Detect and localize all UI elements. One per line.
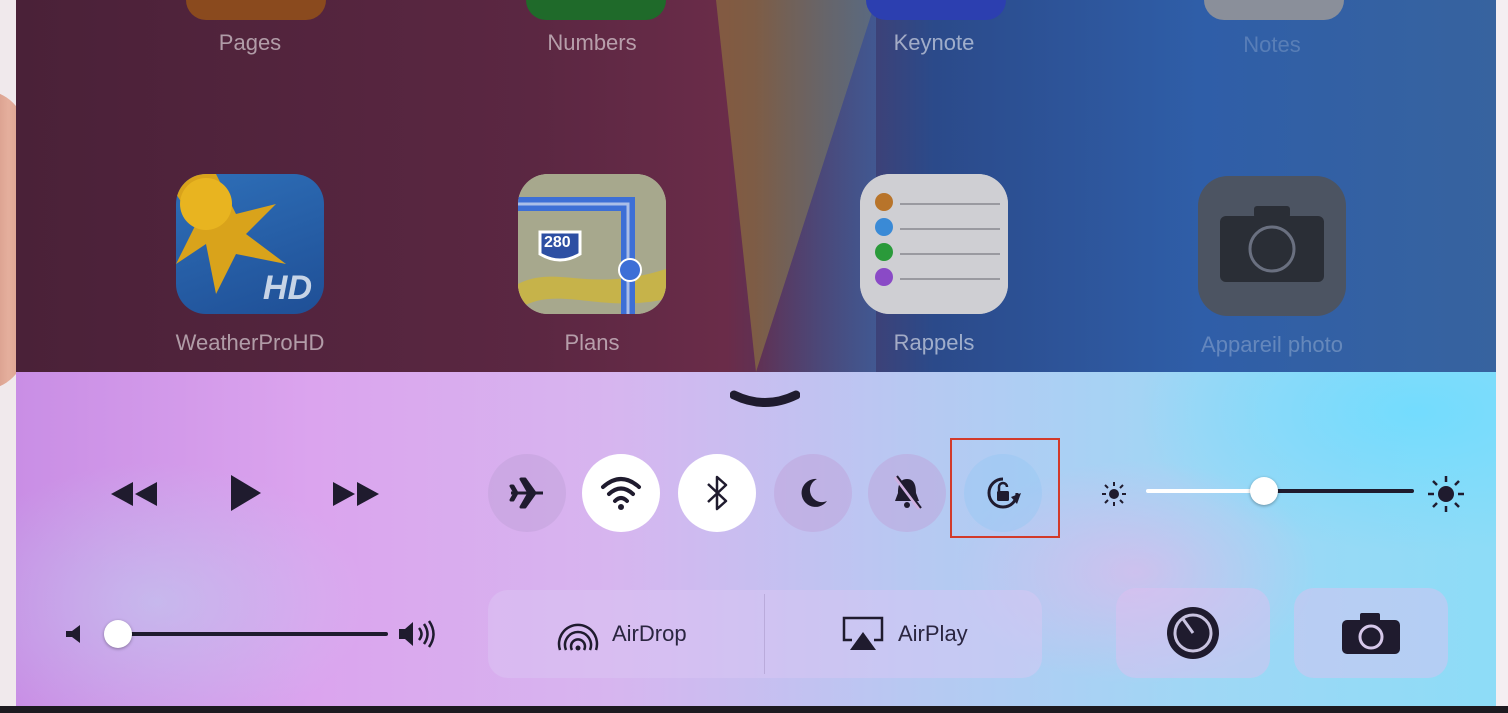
- fast-forward-icon: [333, 482, 379, 506]
- chevron-down-icon[interactable]: [729, 390, 801, 408]
- device-screen: Pages Numbers Keynote Notes HD WeatherPr…: [0, 0, 1508, 713]
- airdrop-label: AirDrop: [612, 621, 687, 646]
- app-label: WeatherProHD: [175, 330, 325, 355]
- sharing-pill: AirDrop AirPlay: [488, 590, 1042, 678]
- speaker-low-icon: [62, 622, 86, 646]
- airplane-icon: [509, 477, 543, 509]
- app-label: Keynote: [893, 30, 975, 55]
- airplane-mode-toggle[interactable]: [488, 454, 566, 532]
- airplay-icon: [842, 616, 884, 650]
- brightness-slider[interactable]: [1250, 477, 1278, 505]
- mute-toggle[interactable]: [868, 454, 946, 532]
- brightness-track-filled: [1146, 489, 1264, 493]
- route-shield: 280: [544, 234, 571, 251]
- speaker-high-icon: [396, 618, 440, 650]
- app-weatherprohd[interactable]: HD WeatherProHD: [150, 174, 350, 356]
- moon-icon: [801, 478, 827, 507]
- maps-icon: 280: [518, 174, 666, 314]
- home-screen: Pages Numbers Keynote Notes HD WeatherPr…: [16, 0, 1496, 372]
- app-label: Appareil photo: [1201, 332, 1343, 357]
- airplay-button[interactable]: AirPlay: [840, 590, 968, 678]
- airplay-label: AirPlay: [898, 621, 968, 646]
- app-label: Pages: [218, 30, 282, 55]
- volume-track: [112, 632, 388, 636]
- keynote-app-icon[interactable]: [866, 0, 1006, 20]
- camera-icon: [1342, 613, 1400, 654]
- highlight-box: [950, 438, 1060, 538]
- rewind-icon: [111, 482, 157, 506]
- app-label: Notes: [1243, 32, 1301, 57]
- camera-app-icon: [1198, 176, 1346, 316]
- app-numbers[interactable]: Numbers: [492, 30, 692, 56]
- control-center: AirDrop AirPlay: [16, 372, 1496, 708]
- play-icon: [231, 475, 261, 511]
- bell-slash-icon: [893, 475, 922, 510]
- bluetooth-toggle[interactable]: [678, 454, 756, 532]
- numbers-app-icon[interactable]: [526, 0, 666, 20]
- timer-button[interactable]: [1116, 588, 1270, 678]
- notes-app-icon[interactable]: [1204, 0, 1344, 20]
- device-bezel-bottom: [0, 706, 1508, 713]
- wifi-icon: [601, 477, 641, 510]
- app-keynote[interactable]: Keynote: [834, 30, 1034, 56]
- reminders-icon: [860, 174, 1008, 314]
- volume-slider[interactable]: [104, 620, 132, 648]
- hd-badge: HD: [262, 269, 312, 307]
- app-label: Plans: [564, 330, 620, 355]
- brightness-track-remaining: [1264, 489, 1414, 493]
- app-label: Rappels: [893, 330, 975, 355]
- app-notes[interactable]: Notes: [1172, 32, 1372, 58]
- sun-small-icon: [1098, 478, 1130, 510]
- bluetooth-icon: [707, 475, 728, 511]
- device-bezel-right: [1496, 0, 1508, 713]
- fast-forward-button[interactable]: [326, 474, 386, 514]
- airdrop-icon: [557, 623, 599, 651]
- wifi-toggle[interactable]: [582, 454, 660, 532]
- airdrop-button[interactable]: AirDrop: [556, 590, 687, 678]
- pages-app-icon[interactable]: [186, 0, 326, 20]
- rewind-button[interactable]: [104, 474, 164, 514]
- play-button[interactable]: [222, 470, 268, 516]
- timer-icon: [1167, 607, 1219, 659]
- app-plans[interactable]: 280 Plans: [492, 174, 692, 356]
- app-pages[interactable]: Pages: [150, 30, 350, 56]
- app-rappels[interactable]: Rappels: [834, 174, 1034, 356]
- pill-divider: [764, 594, 765, 674]
- sun-large-icon: [1424, 472, 1468, 516]
- app-appareil-photo[interactable]: Appareil photo: [1172, 176, 1372, 358]
- weatherpro-icon: HD: [176, 174, 324, 314]
- do-not-disturb-toggle[interactable]: [774, 454, 852, 532]
- camera-button[interactable]: [1294, 588, 1448, 678]
- app-label: Numbers: [547, 30, 637, 55]
